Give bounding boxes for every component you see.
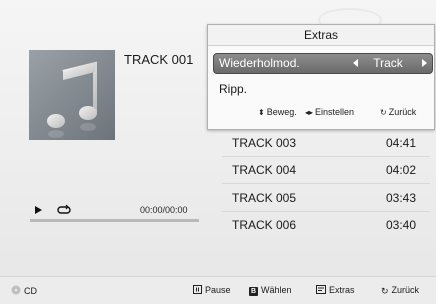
play-icon [35, 206, 42, 214]
track-duration: 04:41 [385, 136, 416, 150]
playback-time: 00:00/00:00 [140, 205, 188, 215]
hint-back-label: Zurück [388, 107, 417, 117]
extras-label: Extras [329, 285, 355, 295]
tools-icon [316, 285, 326, 294]
album-art [29, 50, 115, 140]
rip-option[interactable]: Ripp. [219, 82, 247, 96]
up-down-arrow-icon: ⬍ [258, 108, 265, 117]
progress-bar[interactable] [30, 219, 199, 222]
hint-back: ↻ Zurück [380, 107, 416, 117]
pause-button[interactable]: Pause [193, 285, 231, 295]
back-button[interactable]: ↻ Zurück [381, 285, 419, 297]
return-icon: ↻ [381, 286, 389, 296]
arrow-left-icon[interactable] [353, 59, 358, 67]
left-right-arrow-icon: ◂▸ [305, 108, 314, 117]
pause-key-icon [193, 285, 202, 294]
hint-move-label: Beweg. [266, 107, 297, 117]
select-label: Wählen [261, 285, 292, 295]
bottom-bar: CD Pause B Wählen Extras ↻ Zurück [0, 276, 436, 304]
extras-popup: Extras Wiederholmod. Track Ripp. ⬍ Beweg.… [207, 24, 435, 130]
track-list-item[interactable]: TRACK 004 04:02 [222, 158, 430, 182]
arrow-right-icon[interactable] [422, 59, 427, 67]
source-indicator: CD [11, 285, 37, 296]
repeat-icon [57, 204, 71, 214]
music-note-icon [47, 61, 97, 138]
select-button[interactable]: B Wählen [249, 285, 292, 296]
hint-adjust-label: Einstellen [315, 107, 355, 117]
repeat-mode-option[interactable]: Wiederholmod. Track [213, 53, 433, 74]
cd-player-screen: TRACK 001 00:00/00:00 TRACK 003 04:41 TR… [0, 0, 436, 304]
popup-hints: ⬍ Beweg. ◂▸ Einstellen ↻ Zurück [208, 104, 434, 122]
track-duration: 03:43 [385, 191, 416, 205]
now-playing-title: TRACK 001 [124, 52, 194, 67]
hint-adjust: ◂▸ Einstellen [305, 107, 354, 117]
track-name: TRACK 004 [232, 163, 297, 177]
source-label: CD [24, 286, 37, 296]
track-name: TRACK 003 [232, 136, 297, 150]
disc-icon [11, 285, 21, 295]
track-divider [222, 211, 430, 212]
track-divider [222, 156, 430, 157]
track-duration: 04:02 [385, 163, 416, 177]
extras-button[interactable]: Extras [316, 285, 355, 295]
track-name: TRACK 005 [232, 191, 297, 205]
pause-label: Pause [205, 285, 231, 295]
repeat-mode-label: Wiederholmod. [219, 56, 300, 70]
track-name: TRACK 006 [232, 218, 297, 232]
repeat-mode-value: Track [373, 56, 403, 70]
track-list-item[interactable]: TRACK 003 04:41 [222, 131, 430, 155]
b-key-icon: B [249, 287, 258, 296]
track-divider [222, 183, 430, 184]
popup-title: Extras [208, 25, 434, 46]
track-list-item[interactable]: TRACK 005 03:43 [222, 186, 430, 210]
return-icon: ↻ [380, 108, 387, 117]
track-list-item[interactable]: TRACK 006 03:40 [222, 213, 430, 237]
back-label: Zurück [391, 285, 420, 295]
track-duration: 03:40 [385, 218, 416, 232]
hint-move: ⬍ Beweg. [258, 107, 297, 117]
